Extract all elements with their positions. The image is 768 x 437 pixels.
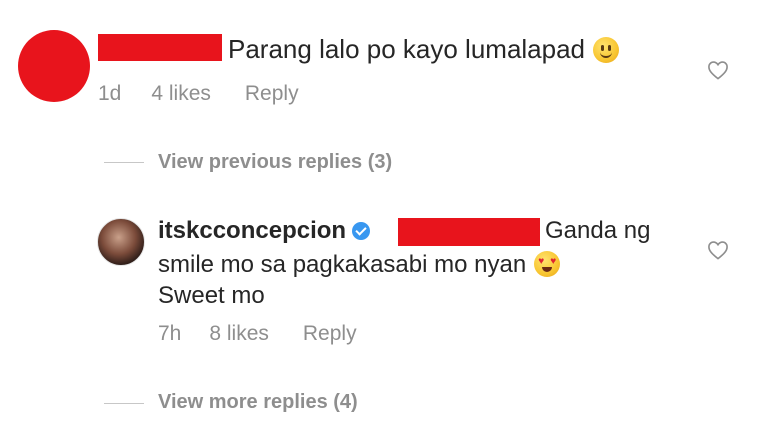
- comment-meta: 7h 8 likes Reply: [158, 322, 357, 346]
- avatar[interactable]: [18, 30, 90, 102]
- divider-line: [104, 162, 144, 163]
- comment-header: itskcconcepcion: [158, 216, 371, 246]
- view-more-replies-link[interactable]: View more replies (4): [158, 390, 358, 414]
- comment-timestamp: 1d: [98, 82, 122, 105]
- avatar[interactable]: [97, 218, 145, 266]
- username-link[interactable]: itskcconcepcion: [158, 217, 346, 244]
- likes-count[interactable]: 4 likes: [151, 82, 211, 105]
- reply-button[interactable]: Reply: [245, 82, 299, 105]
- like-heart-icon[interactable]: [707, 240, 729, 260]
- comment-body: Parang lalo po kayo lumalapad: [228, 34, 586, 64]
- heart-eyes-face-icon: ♥ ♥: [534, 251, 561, 277]
- comment-meta: 1d 4 likes Reply: [98, 82, 299, 106]
- slightly-smiling-face-icon: [593, 37, 620, 63]
- comment-text-line1: Ganda ng: [545, 217, 651, 244]
- verified-badge-icon: [352, 222, 371, 240]
- comment-body: smile mo sa pagkakasabi mo nyan: [158, 251, 527, 278]
- reply-button[interactable]: Reply: [303, 322, 357, 345]
- comment-text-line2: smile mo sa pagkakasabi mo nyan ♥ ♥: [158, 250, 561, 280]
- redacted-username: [98, 34, 222, 61]
- redacted-mention: [398, 218, 540, 246]
- comment-timestamp: 7h: [158, 322, 182, 345]
- view-previous-replies-link[interactable]: View previous replies (3): [158, 150, 392, 174]
- comment-text-line3: Sweet mo: [158, 282, 265, 309]
- likes-count[interactable]: 8 likes: [209, 322, 269, 345]
- divider-line: [104, 403, 144, 404]
- comment-text: Parang lalo po kayo lumalapad: [228, 34, 620, 64]
- like-heart-icon[interactable]: [707, 60, 729, 80]
